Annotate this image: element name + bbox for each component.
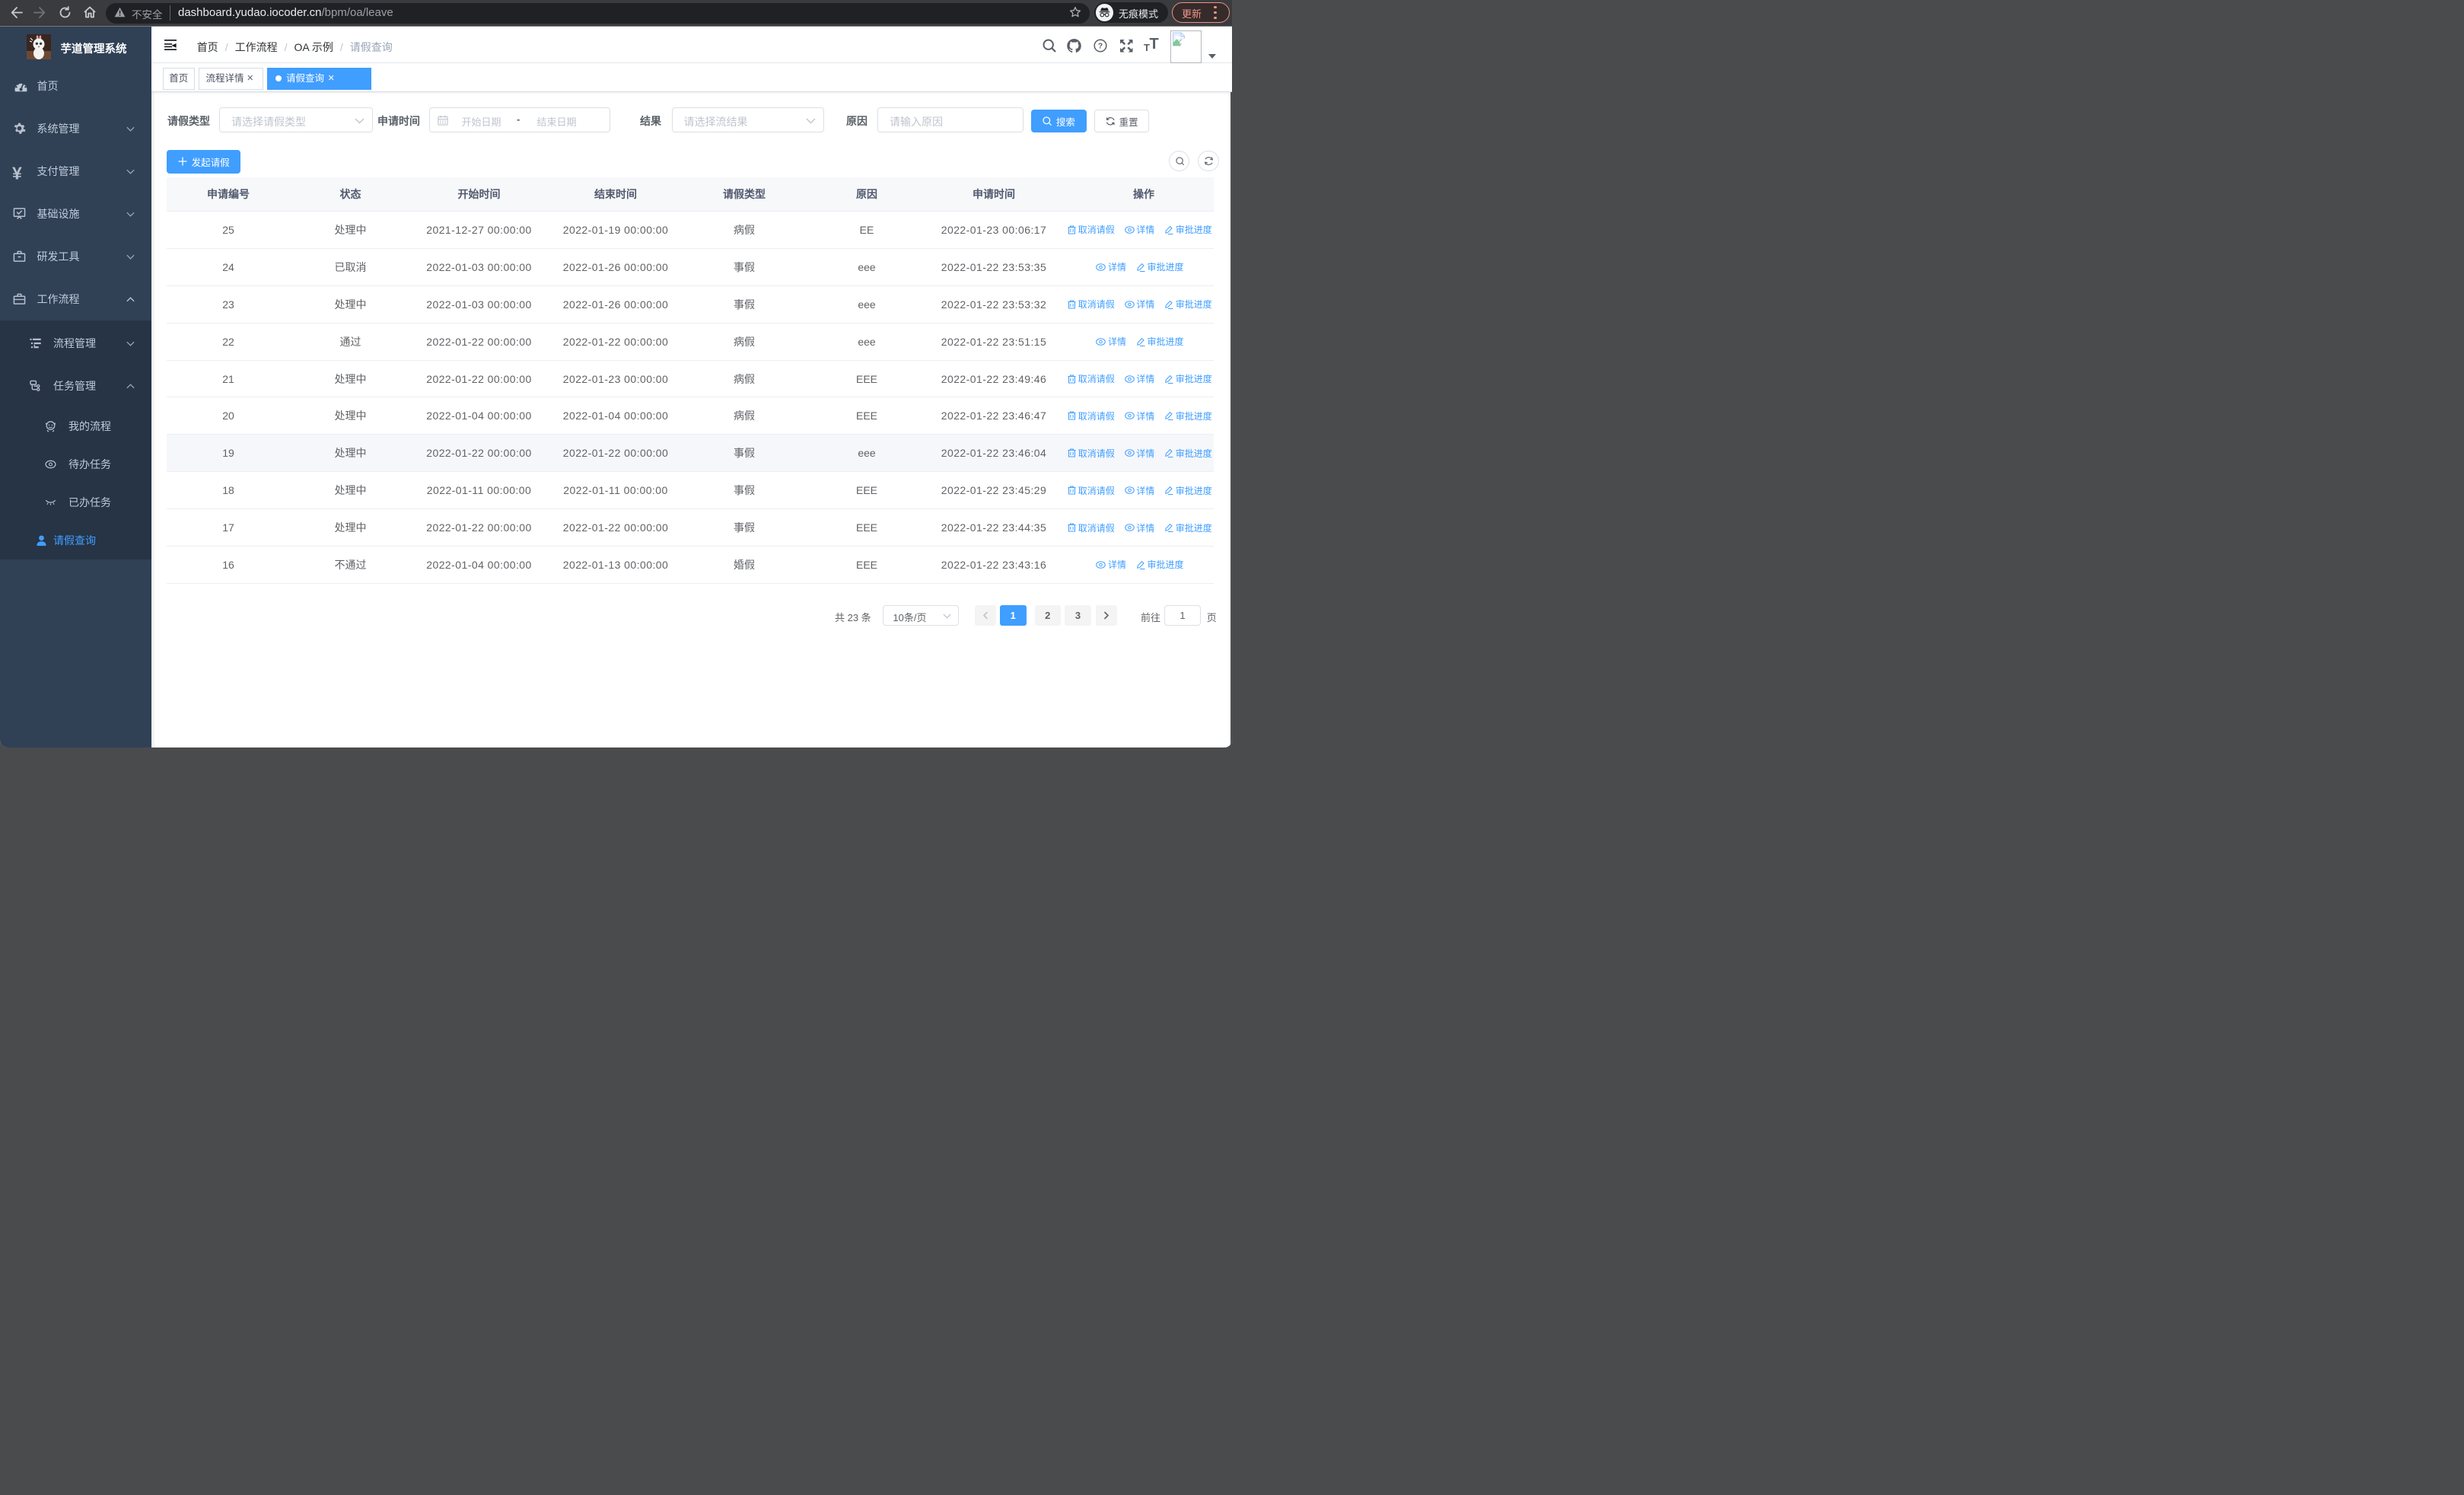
svg-text:?: ? (1098, 42, 1103, 51)
